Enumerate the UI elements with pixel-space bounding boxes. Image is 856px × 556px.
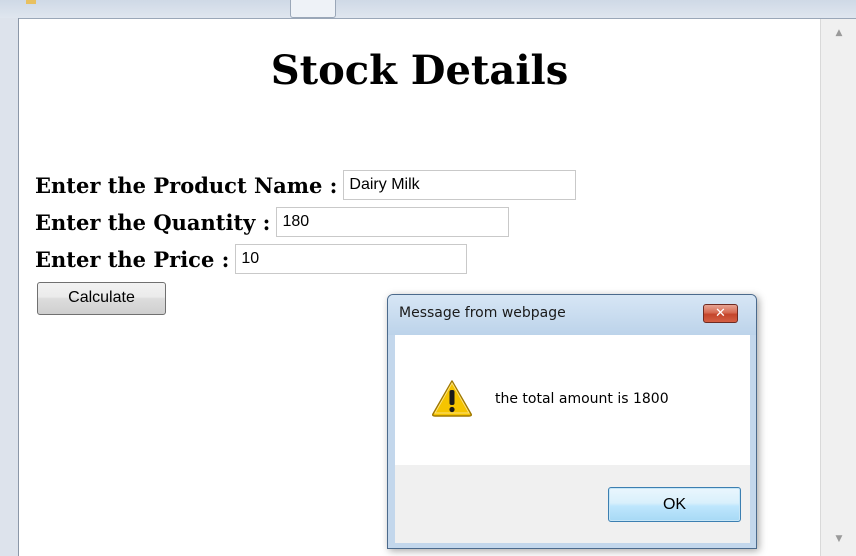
tab-favicon — [26, 0, 36, 4]
alert-dialog: Message from webpage ✕ the total amount … — [387, 294, 757, 549]
dialog-message: the total amount is 1800 — [495, 391, 669, 407]
price-input[interactable]: 10 — [235, 244, 468, 274]
left-frame-edge — [0, 18, 19, 556]
product-name-row: Enter the Product Name : Dairy Milk — [35, 168, 577, 202]
close-icon[interactable]: ✕ — [703, 304, 738, 323]
dialog-body: the total amount is 1800 — [395, 335, 750, 465]
quantity-input[interactable]: 180 — [276, 207, 510, 237]
page-title: Stock Details — [270, 47, 569, 94]
ok-button[interactable]: OK — [608, 487, 741, 522]
product-name-input[interactable]: Dairy Milk — [343, 170, 577, 200]
warning-icon — [432, 380, 472, 417]
scroll-down-arrow-icon[interactable]: ▼ — [829, 531, 849, 547]
quantity-label: Enter the Quantity : — [35, 209, 271, 235]
scroll-up-arrow-icon[interactable]: ▲ — [829, 25, 849, 41]
browser-tab[interactable] — [290, 0, 336, 18]
toolbar-strip — [0, 0, 856, 19]
price-row: Enter the Price : 10 — [35, 242, 468, 276]
calculate-button[interactable]: Calculate — [37, 282, 166, 315]
price-label: Enter the Price : — [35, 246, 230, 272]
dialog-footer: OK — [395, 465, 750, 543]
quantity-row: Enter the Quantity : 180 — [35, 205, 510, 239]
vertical-scrollbar[interactable]: ▲ ▼ — [820, 19, 856, 556]
dialog-titlebar[interactable]: Message from webpage ✕ — [388, 295, 756, 335]
dialog-title: Message from webpage — [399, 305, 566, 321]
product-name-label: Enter the Product Name : — [35, 172, 338, 198]
